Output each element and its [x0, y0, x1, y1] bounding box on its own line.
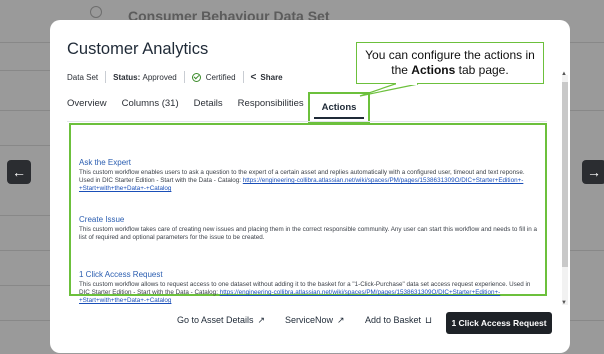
- servicenow-label: ServiceNow: [285, 315, 334, 325]
- tab-responsibilities[interactable]: Responsibilities: [238, 96, 304, 118]
- scrollbar-thumb[interactable]: [562, 82, 568, 267]
- action-title[interactable]: Ask the Expert: [79, 158, 539, 167]
- action-title[interactable]: Create Issue: [79, 215, 539, 224]
- background-divider: [570, 110, 604, 111]
- background-divider: [0, 320, 50, 321]
- external-link-icon: ↗: [337, 315, 345, 325]
- modal-title: Customer Analytics: [67, 40, 209, 58]
- arrow-left-icon: ←: [12, 164, 26, 180]
- action-ask-the-expert[interactable]: Ask the Expert This custom workflow enab…: [79, 158, 539, 194]
- tab-details[interactable]: Details: [194, 96, 223, 118]
- 1-click-access-request-button[interactable]: 1 Click Access Request: [446, 312, 552, 334]
- background-divider: [570, 42, 604, 43]
- callout-tooltip: You can configure the actions in the Act…: [356, 42, 544, 84]
- background-divider: [0, 42, 50, 43]
- tab-columns[interactable]: Columns (31): [122, 96, 179, 118]
- previous-arrow-button[interactable]: ←: [7, 160, 31, 184]
- go-to-asset-details-button[interactable]: Go to Asset Details ↗: [177, 315, 265, 326]
- scroll-up-icon[interactable]: ▲: [561, 71, 567, 77]
- actions-list: Ask the Expert This custom workflow enab…: [69, 123, 547, 304]
- basket-icon: ⊔: [425, 315, 433, 325]
- action-1-click-access-request[interactable]: 1 Click Access Request This custom workf…: [79, 270, 539, 306]
- meta-separator: [105, 71, 107, 83]
- scroll-down-icon[interactable]: ▼: [561, 300, 567, 306]
- tab-actions[interactable]: Actions: [308, 92, 370, 123]
- certified-check-icon: [191, 72, 201, 82]
- asset-type: Data Set: [67, 72, 99, 82]
- meta-separator: [242, 71, 244, 83]
- external-link-icon: ↗: [257, 315, 266, 325]
- background-divider: [0, 145, 50, 146]
- arrow-right-icon: →: [587, 164, 601, 180]
- asset-meta-row: Data Set Status: Approved Certified < Sh…: [67, 70, 283, 84]
- status-label: Status:: [113, 72, 141, 82]
- servicenow-button[interactable]: ServiceNow ↗: [285, 315, 345, 326]
- share-icon[interactable]: <: [251, 72, 257, 83]
- meta-separator: [183, 71, 185, 83]
- tab-bar: Overview Columns (31) Details Responsibi…: [67, 96, 319, 118]
- certified-label: Certified: [205, 72, 236, 82]
- tabs-divider: [67, 121, 547, 122]
- status-value: Approved: [142, 72, 177, 82]
- tab-overview[interactable]: Overview: [67, 96, 107, 118]
- callout-text-bold: Actions: [411, 63, 456, 77]
- background-divider: [0, 110, 50, 111]
- action-description: This custom workflow takes care of creat…: [79, 226, 538, 242]
- next-arrow-button[interactable]: →: [582, 160, 604, 184]
- add-to-basket-label: Add to Basket: [365, 315, 422, 325]
- share-button[interactable]: Share: [260, 73, 282, 82]
- background-divider: [0, 250, 50, 251]
- background-divider: [570, 250, 604, 251]
- modal-footer: Go to Asset Details ↗ ServiceNow ↗ Add to …: [50, 310, 570, 334]
- action-create-issue[interactable]: Create Issue This custom workflow takes …: [79, 215, 539, 242]
- background-divider: [0, 70, 50, 71]
- background-divider: [0, 215, 50, 216]
- action-description: This custom workflow enables users to as…: [79, 169, 539, 194]
- action-description: This custom workflow allows to request a…: [79, 281, 539, 306]
- go-to-asset-details-label: Go to Asset Details: [177, 315, 254, 325]
- background-divider: [570, 320, 604, 321]
- add-to-basket-button[interactable]: Add to Basket ⊔: [365, 315, 432, 326]
- callout-text-end: tab page.: [455, 63, 509, 77]
- background-icon: [90, 6, 102, 18]
- action-title[interactable]: 1 Click Access Request: [79, 270, 539, 279]
- background-divider: [0, 285, 50, 286]
